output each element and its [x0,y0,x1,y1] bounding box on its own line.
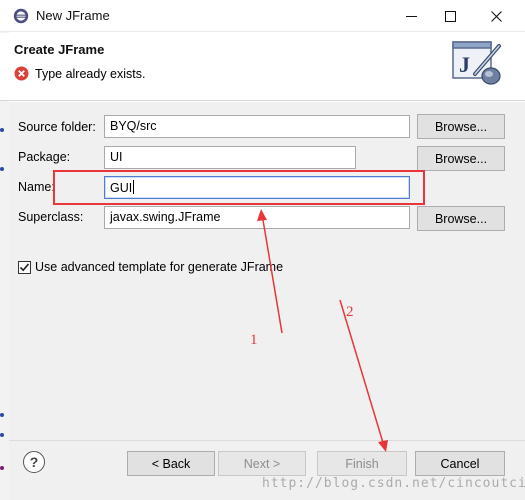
error-icon [14,66,29,81]
maximize-icon [444,10,456,22]
bg-marker [0,466,4,470]
bg-marker [0,433,4,437]
bg-marker [0,167,4,171]
advanced-template-checkbox[interactable] [18,261,31,274]
close-window-button[interactable] [473,0,519,32]
package-label: Package: [18,150,71,164]
bg-marker [0,413,4,417]
superclass-label: Superclass: [18,210,84,224]
cancel-button[interactable]: Cancel [415,451,505,476]
superclass-browse-button[interactable]: Browse... [417,206,505,231]
finish-button[interactable]: Finish [317,451,407,476]
package-input[interactable]: UI [104,146,356,169]
annotation-highlight-box [53,170,425,205]
source-folder-input[interactable]: BYQ/src [104,115,410,138]
annotation-number-1: 1 [250,332,258,348]
next-button[interactable]: Next > [218,451,306,476]
jframe-wizard-icon: J [449,38,505,88]
annotation-number-2: 2 [346,304,354,320]
checkmark-icon [19,263,30,272]
window-title: New JFrame [36,8,110,23]
minimize-icon [405,15,417,17]
bg-marker [0,128,4,132]
source-folder-label: Source folder: [18,120,96,134]
watermark: http://blog.csdn.net/cincoutcin [262,476,525,491]
help-button[interactable]: ? [23,451,45,473]
source-folder-browse-button[interactable]: Browse... [417,114,505,139]
superclass-input[interactable]: javax.swing.JFrame [104,206,410,229]
wizard-title: Create JFrame [14,42,105,57]
advanced-template-label: Use advanced template for generate JFram… [35,260,284,274]
wizard-icon-letter: J [459,52,470,77]
maximize-button[interactable] [427,0,473,32]
eclipse-app-icon [13,8,29,24]
back-button[interactable]: < Back [127,451,215,476]
name-label: Name: [18,180,55,194]
close-icon [490,10,502,22]
error-message: Type already exists. [35,67,146,81]
package-browse-button[interactable]: Browse... [417,146,505,171]
